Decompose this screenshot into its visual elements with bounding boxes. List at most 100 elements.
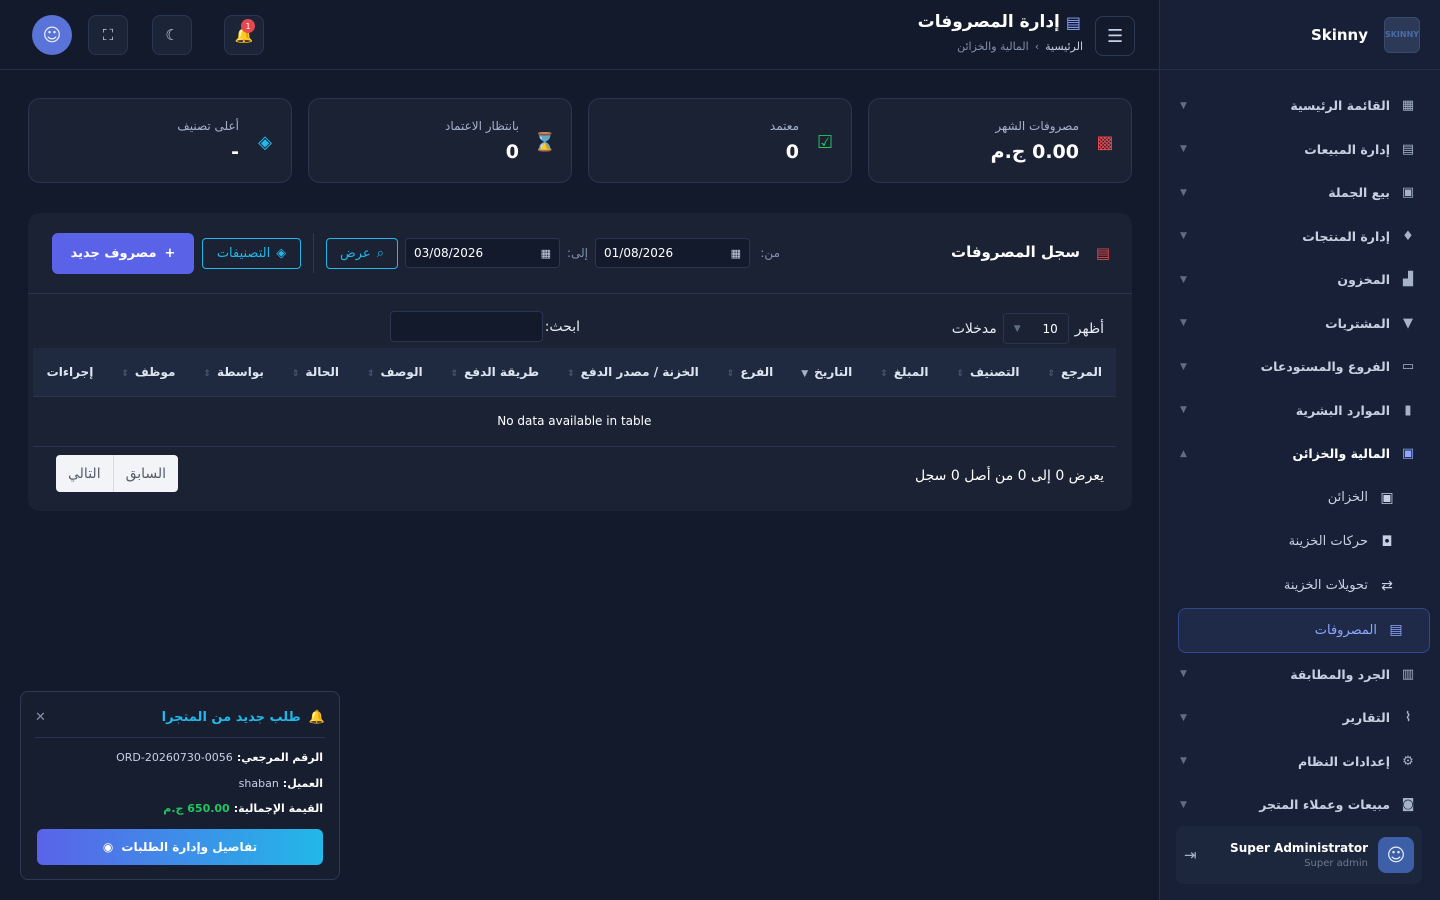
total-value: 650.00 ج.م bbox=[163, 802, 230, 815]
sidebar-item-wholesale[interactable]: ▣ بيع الجملة ▼ bbox=[1160, 171, 1440, 215]
stat-label: أعلى تصنيف bbox=[177, 119, 239, 133]
column-header-label: إجراءات bbox=[46, 364, 94, 379]
sidebar-item-branches[interactable]: ▭ الفروع والمستودعات ▼ bbox=[1160, 345, 1440, 389]
close-icon[interactable]: ✕ bbox=[35, 710, 46, 725]
column-header-label: طريقة الدفع bbox=[464, 364, 540, 379]
chart-icon: ⌇ bbox=[1404, 710, 1412, 726]
boxes-icon: ▟ bbox=[1403, 272, 1413, 288]
sort-desc-icon: ▼ bbox=[801, 368, 809, 379]
register-icon: ▤ bbox=[1401, 141, 1415, 157]
new-expense-button[interactable]: + مصروف جديد bbox=[52, 233, 194, 274]
menu-toggle-button[interactable]: ☰ bbox=[1095, 16, 1135, 56]
sidebar-item-main-menu[interactable]: ▦ القائمة الرئيسية ▼ bbox=[1160, 84, 1440, 128]
theme-toggle-button[interactable]: ☾ bbox=[152, 15, 192, 55]
sidebar-item-stocktaking[interactable]: ▥ الجرد والمطابقة ▼ bbox=[1160, 653, 1440, 697]
chevron-down-icon: ▼ bbox=[1180, 361, 1187, 372]
column-header[interactable]: الخزنة / مصدر الدفع ⇕ bbox=[553, 348, 713, 396]
column-header[interactable]: الحالة ⇕ bbox=[277, 348, 353, 396]
chevron-down-icon: ▼ bbox=[1013, 323, 1021, 334]
notifications-button[interactable]: 🔔 1 bbox=[224, 15, 264, 55]
calendar-icon[interactable]: ▦ bbox=[731, 247, 741, 260]
column-header-label: الحالة bbox=[305, 364, 339, 379]
breadcrumb-current: المالية والخزائن bbox=[957, 40, 1029, 53]
sidebar-item-label: المشتريات bbox=[1325, 315, 1390, 331]
avatar[interactable]: ☺ bbox=[1378, 837, 1414, 873]
column-header[interactable]: موظف ⇕ bbox=[107, 348, 190, 396]
fullscreen-button[interactable]: ⛶ bbox=[88, 15, 128, 55]
brand[interactable]: SKINNY Skinny bbox=[1160, 0, 1440, 70]
next-page-button[interactable]: التالي bbox=[56, 455, 114, 492]
search-input[interactable] bbox=[389, 311, 543, 342]
to-date-input[interactable]: 03/08/2026 ▦ bbox=[405, 238, 560, 268]
chevron-down-icon: ▼ bbox=[1180, 187, 1187, 198]
ref-value: ORD-20260730-0056 bbox=[116, 751, 233, 764]
sidebar-item-hr[interactable]: ▮ الموارد البشرية ▼ bbox=[1160, 389, 1440, 433]
previous-page-button[interactable]: السابق bbox=[113, 455, 179, 492]
view-button[interactable]: ⌕ عرض bbox=[326, 238, 398, 269]
sort-icon: ⇕ bbox=[1047, 368, 1056, 379]
sidebar-item-inventory[interactable]: ▟ المخزون ▼ bbox=[1160, 258, 1440, 302]
page-title-text: إدارة المصروفات bbox=[917, 12, 1060, 32]
column-header[interactable]: طريقة الدفع ⇕ bbox=[436, 348, 554, 396]
table-row: No data available in table bbox=[32, 395, 1116, 447]
pagination: التالي السابق bbox=[56, 455, 179, 492]
panel-title: سجل المصروفات bbox=[951, 243, 1080, 261]
chevron-down-icon: ▼ bbox=[1180, 231, 1187, 242]
panel-header: ▤ سجل المصروفات من: 01/08/2026 ▦ إلى: 03… bbox=[28, 213, 1132, 294]
column-header[interactable]: بواسطة ⇕ bbox=[189, 348, 278, 396]
new-order-toast: 🔔 طلب جديد من المتجرا ✕ الرقم المرجعي: O… bbox=[20, 691, 340, 880]
sidebar-subitem-expenses[interactable]: ▤ المصروفات bbox=[1178, 607, 1430, 653]
sidebar-item-settings[interactable]: ⚙ إعدادات النظام ▼ bbox=[1160, 740, 1440, 784]
stat-value: 0 bbox=[505, 141, 519, 163]
empty-table-message: No data available in table bbox=[32, 395, 1116, 447]
sidebar-item-label: إعدادات النظام bbox=[1297, 753, 1390, 769]
categories-button[interactable]: ◈ التصنيفات bbox=[202, 238, 301, 269]
sidebar-subitem-safe-transfers[interactable]: ⇄ تحويلات الخزينة bbox=[1160, 564, 1440, 608]
hamburger-icon: ☰ bbox=[1106, 25, 1124, 47]
breadcrumb-home[interactable]: الرئيسية bbox=[1045, 40, 1083, 53]
column-header[interactable]: المبلغ ⇕ bbox=[866, 348, 943, 396]
from-date-input[interactable]: 01/08/2026 ▦ bbox=[595, 238, 750, 268]
user-info: Super Administrator Super admin bbox=[1207, 841, 1368, 869]
sort-icon: ⇕ bbox=[567, 368, 575, 379]
sidebar-item-label: المالية والخزائن bbox=[1292, 446, 1390, 462]
stat-card-top-category: ◈ أعلى تصنيف - bbox=[28, 98, 292, 183]
calendar-icon[interactable]: ▦ bbox=[541, 247, 551, 260]
column-header-label: بواسطة bbox=[216, 364, 264, 379]
column-header[interactable]: الوصف ⇕ bbox=[352, 348, 437, 396]
ref-label: الرقم المرجعي: bbox=[236, 751, 323, 764]
column-header[interactable]: التاريخ ▼ bbox=[787, 348, 867, 396]
transfer-icon: ⇄ bbox=[1381, 577, 1393, 594]
sidebar-item-products[interactable]: ♦ إدارة المنتجات ▼ bbox=[1160, 215, 1440, 259]
receipt-icon: ▤ bbox=[1095, 244, 1110, 262]
chevron-down-icon: ▼ bbox=[1180, 144, 1187, 155]
sidebar-subitem-safes[interactable]: ▣ الخزائن bbox=[1160, 476, 1440, 520]
customer-value: shaban bbox=[238, 777, 279, 790]
sidebar-item-sales[interactable]: ▤ إدارة المبيعات ▼ bbox=[1160, 128, 1440, 172]
page-length-select[interactable]: 10 ▼ bbox=[1002, 313, 1069, 344]
sidebar-item-finance[interactable]: ▣ المالية والخزائن ▲ bbox=[1160, 432, 1440, 476]
user-name: Super Administrator bbox=[1230, 841, 1368, 855]
avatar[interactable]: ☺ bbox=[32, 15, 72, 55]
to-label: إلى: bbox=[566, 246, 588, 260]
clipboard-icon: ▥ bbox=[1401, 666, 1415, 682]
column-header[interactable]: الفرع ⇕ bbox=[712, 348, 788, 396]
new-expense-label: مصروف جديد bbox=[70, 246, 157, 261]
user-role: Super admin bbox=[1304, 858, 1368, 869]
sidebar-item-label: الجرد والمطابقة bbox=[1290, 666, 1390, 682]
sidebar-item-label: مبيعات وعملاء المتجر bbox=[1259, 797, 1390, 813]
column-header-label: الفرع bbox=[740, 364, 774, 379]
cart-icon: ▼ bbox=[1403, 315, 1413, 331]
topbar: ☰ ▤ إدارة المصروفات الرئيسية › المالية و… bbox=[0, 0, 1159, 70]
column-header[interactable]: التصنيف ⇕ bbox=[942, 348, 1034, 396]
order-details-button[interactable]: تفاصيل وإدارة الطلبات ◉ bbox=[37, 829, 323, 865]
bell-icon: 🔔 bbox=[308, 710, 325, 725]
sidebar-item-label: الفروع والمستودعات bbox=[1260, 359, 1390, 375]
sidebar-subitem-safe-movements[interactable]: ◘ حركات الخزينة bbox=[1160, 520, 1440, 564]
search-label: ابحث: bbox=[544, 318, 580, 335]
sidebar-item-store-sales[interactable]: ◙ مبيعات وعملاء المتجر ▼ bbox=[1160, 783, 1440, 827]
logout-icon[interactable]: ⇥ bbox=[1184, 846, 1197, 864]
column-header[interactable]: المرجع ⇕ bbox=[1033, 348, 1116, 396]
sidebar-item-purchases[interactable]: ▼ المشتريات ▼ bbox=[1160, 302, 1440, 346]
sidebar-item-reports[interactable]: ⌇ التقارير ▼ bbox=[1160, 696, 1440, 740]
